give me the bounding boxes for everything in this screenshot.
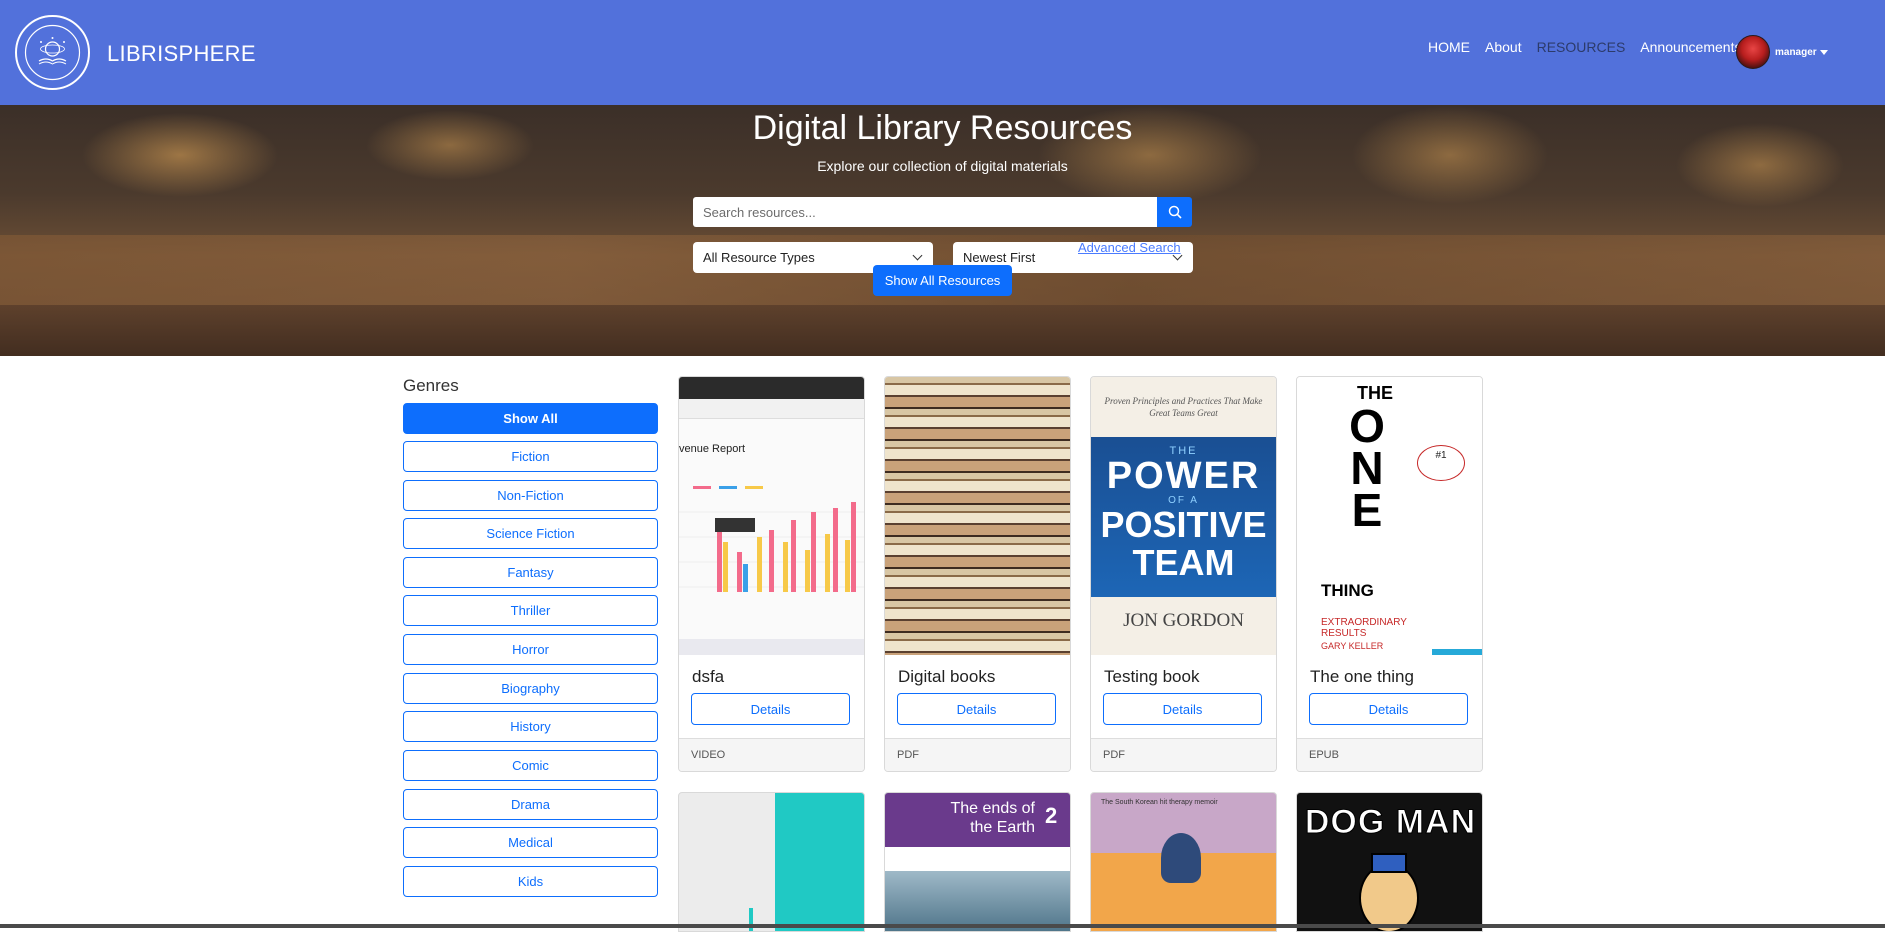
genre-medical[interactable]: Medical: [403, 827, 658, 858]
card-cover-image[interactable]: venue Report: [679, 377, 864, 655]
page-title: Digital Library Resources: [752, 109, 1133, 147]
genres-title: Genres: [403, 376, 459, 395]
card-title: The one thing: [1310, 667, 1414, 686]
cover-positive: POSITIVE: [1100, 504, 1267, 545]
resource-card[interactable]: [678, 792, 865, 932]
resource-card: Proven Principles and Practices That Mak…: [1090, 376, 1277, 772]
cover-tagline: Proven Principles and Practices That Mak…: [1104, 396, 1263, 418]
card-cover-image[interactable]: THE ONE THING #1 EXTRAORDINARY RESULTS G…: [1297, 377, 1482, 655]
resource-type-value: All Resource Types: [703, 250, 815, 265]
genre-thriller[interactable]: Thriller: [403, 595, 658, 626]
search-button[interactable]: [1157, 197, 1192, 227]
resource-card[interactable]: The ends of the Earth 2: [884, 792, 1071, 932]
report-bar-chart: [679, 486, 864, 592]
brand-name[interactable]: LIBRISPHERE: [107, 41, 256, 67]
details-button[interactable]: Details: [897, 693, 1056, 725]
search-icon: [1168, 205, 1182, 219]
genre-horror[interactable]: Horror: [403, 634, 658, 665]
chevron-down-icon: [912, 250, 923, 261]
nav-resources[interactable]: RESOURCES: [1537, 39, 1626, 55]
cover-author: GARY KELLER: [1321, 641, 1384, 651]
avatar[interactable]: [1736, 35, 1770, 69]
genre-fantasy[interactable]: Fantasy: [403, 557, 658, 588]
cover-title: DOG MAN: [1304, 803, 1477, 842]
cover-text: The South Korean hit therapy memoir: [1101, 799, 1218, 806]
resource-card[interactable]: The South Korean hit therapy memoir: [1090, 792, 1277, 932]
genre-biography[interactable]: Biography: [403, 673, 658, 704]
details-button[interactable]: Details: [691, 693, 850, 725]
card-title: Digital books: [898, 667, 996, 686]
sort-value: Newest First: [963, 250, 1036, 265]
report-heading: venue Report: [679, 443, 746, 455]
details-button[interactable]: Details: [1309, 693, 1468, 725]
card-title: Testing book: [1104, 667, 1200, 686]
advanced-search-link[interactable]: Advanced Search: [1078, 240, 1181, 255]
genre-science-fiction[interactable]: Science Fiction: [403, 518, 658, 549]
card-type: EPUB: [1297, 738, 1482, 771]
genre-fiction[interactable]: Fiction: [403, 441, 658, 472]
genre-kids[interactable]: Kids: [403, 866, 658, 897]
logo-emblem-icon: [24, 24, 81, 81]
nav-home[interactable]: HOME: [1428, 39, 1470, 55]
genre-history[interactable]: History: [403, 711, 658, 742]
navbar: LIBRISPHERE HOME About RESOURCES Announc…: [0, 0, 1885, 105]
caret-down-icon[interactable]: [1819, 49, 1828, 55]
cover-thing: THING: [1321, 581, 1374, 600]
resource-card[interactable]: DOG MAN: [1296, 792, 1483, 932]
resource-card: THE ONE THING #1 EXTRAORDINARY RESULTS G…: [1296, 376, 1483, 772]
cover-power: POWER: [1106, 455, 1261, 497]
hero-banner: Digital Library Resources Explore our co…: [0, 105, 1885, 356]
genre-non-fiction[interactable]: Non-Fiction: [403, 480, 658, 511]
nav-announcements[interactable]: Announcements: [1640, 39, 1741, 55]
genre-comic[interactable]: Comic: [403, 750, 658, 781]
cover-team: TEAM: [1132, 542, 1235, 583]
card-type: VIDEO: [679, 738, 864, 771]
genre-drama[interactable]: Drama: [403, 789, 658, 820]
user-menu[interactable]: manager: [1736, 35, 1828, 69]
card-cover-image[interactable]: Proven Principles and Practices That Mak…: [1091, 377, 1276, 655]
card-type: PDF: [1091, 738, 1276, 771]
genre-show-all[interactable]: Show All: [403, 403, 658, 434]
card-title: dsfa: [692, 667, 725, 686]
search-input[interactable]: [693, 197, 1157, 227]
page-subtitle: Explore our collection of digital materi…: [817, 158, 1068, 174]
nav-links: HOME About RESOURCES Announcements: [1428, 39, 1756, 55]
window-bottom-edge: [0, 924, 1885, 928]
cover-author: JON GORDON: [1123, 610, 1244, 631]
cover-one: ONE: [1349, 400, 1385, 536]
cover-results: EXTRAORDINARY RESULTS: [1321, 617, 1407, 639]
hero-background-floor: [0, 305, 1885, 356]
cover-band: THE POWER OF A POSITIVE TEAM: [1091, 437, 1276, 597]
card-cover-image[interactable]: [885, 377, 1070, 655]
resource-card: Digital books Details PDF: [884, 376, 1071, 772]
user-name[interactable]: manager: [1775, 47, 1817, 58]
details-button[interactable]: Details: [1103, 693, 1262, 725]
card-type: PDF: [885, 738, 1070, 771]
librisphere-logo[interactable]: [15, 15, 90, 90]
cover-number: 2: [1045, 803, 1058, 828]
cover-title: The ends of the Earth: [950, 800, 1036, 836]
resource-card: venue Report dsfa Details VIDEO: [678, 376, 865, 772]
cover-badge: #1: [1417, 445, 1465, 481]
nav-about[interactable]: About: [1485, 39, 1522, 55]
show-all-resources-button[interactable]: Show All Resources: [873, 265, 1012, 296]
